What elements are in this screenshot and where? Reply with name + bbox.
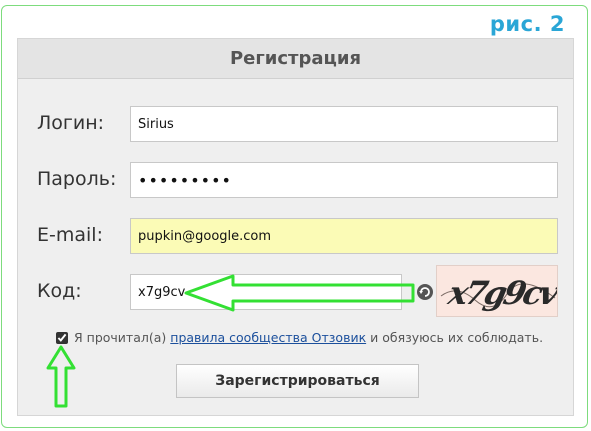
password-row: Пароль: xyxy=(18,162,573,198)
registration-panel: Регистрация Логин: Пароль: E-mail: Код: … xyxy=(17,38,574,416)
code-label: Код: xyxy=(37,280,82,302)
password-input[interactable] xyxy=(130,162,558,198)
password-label: Пароль: xyxy=(37,168,117,190)
refresh-icon[interactable] xyxy=(416,283,434,301)
terms-suffix: и обязуюсь их соблюдать. xyxy=(370,330,544,345)
terms-row: Я прочитал(а) правила сообщества Отзовик… xyxy=(56,330,566,345)
form-title: Регистрация xyxy=(18,39,573,79)
email-row: E-mail: xyxy=(18,218,573,254)
login-label: Логин: xyxy=(37,112,105,134)
terms-prefix: Я прочитал(а) xyxy=(74,330,167,345)
email-input[interactable] xyxy=(130,218,558,254)
login-row: Логин: xyxy=(18,106,573,142)
code-input[interactable] xyxy=(130,274,402,310)
code-row: Код: x7g9cv xyxy=(18,265,573,317)
figure-label: рис. 2 xyxy=(489,12,565,36)
captcha-image: x7g9cv xyxy=(436,265,558,317)
register-button[interactable]: Зарегистрироваться xyxy=(176,364,419,398)
captcha-text: x7g9cv xyxy=(444,274,558,312)
community-rules-link[interactable]: правила сообщества Отзовик xyxy=(170,330,366,345)
terms-checkbox[interactable] xyxy=(56,331,68,344)
email-label: E-mail: xyxy=(37,224,103,246)
login-input[interactable] xyxy=(130,106,558,142)
